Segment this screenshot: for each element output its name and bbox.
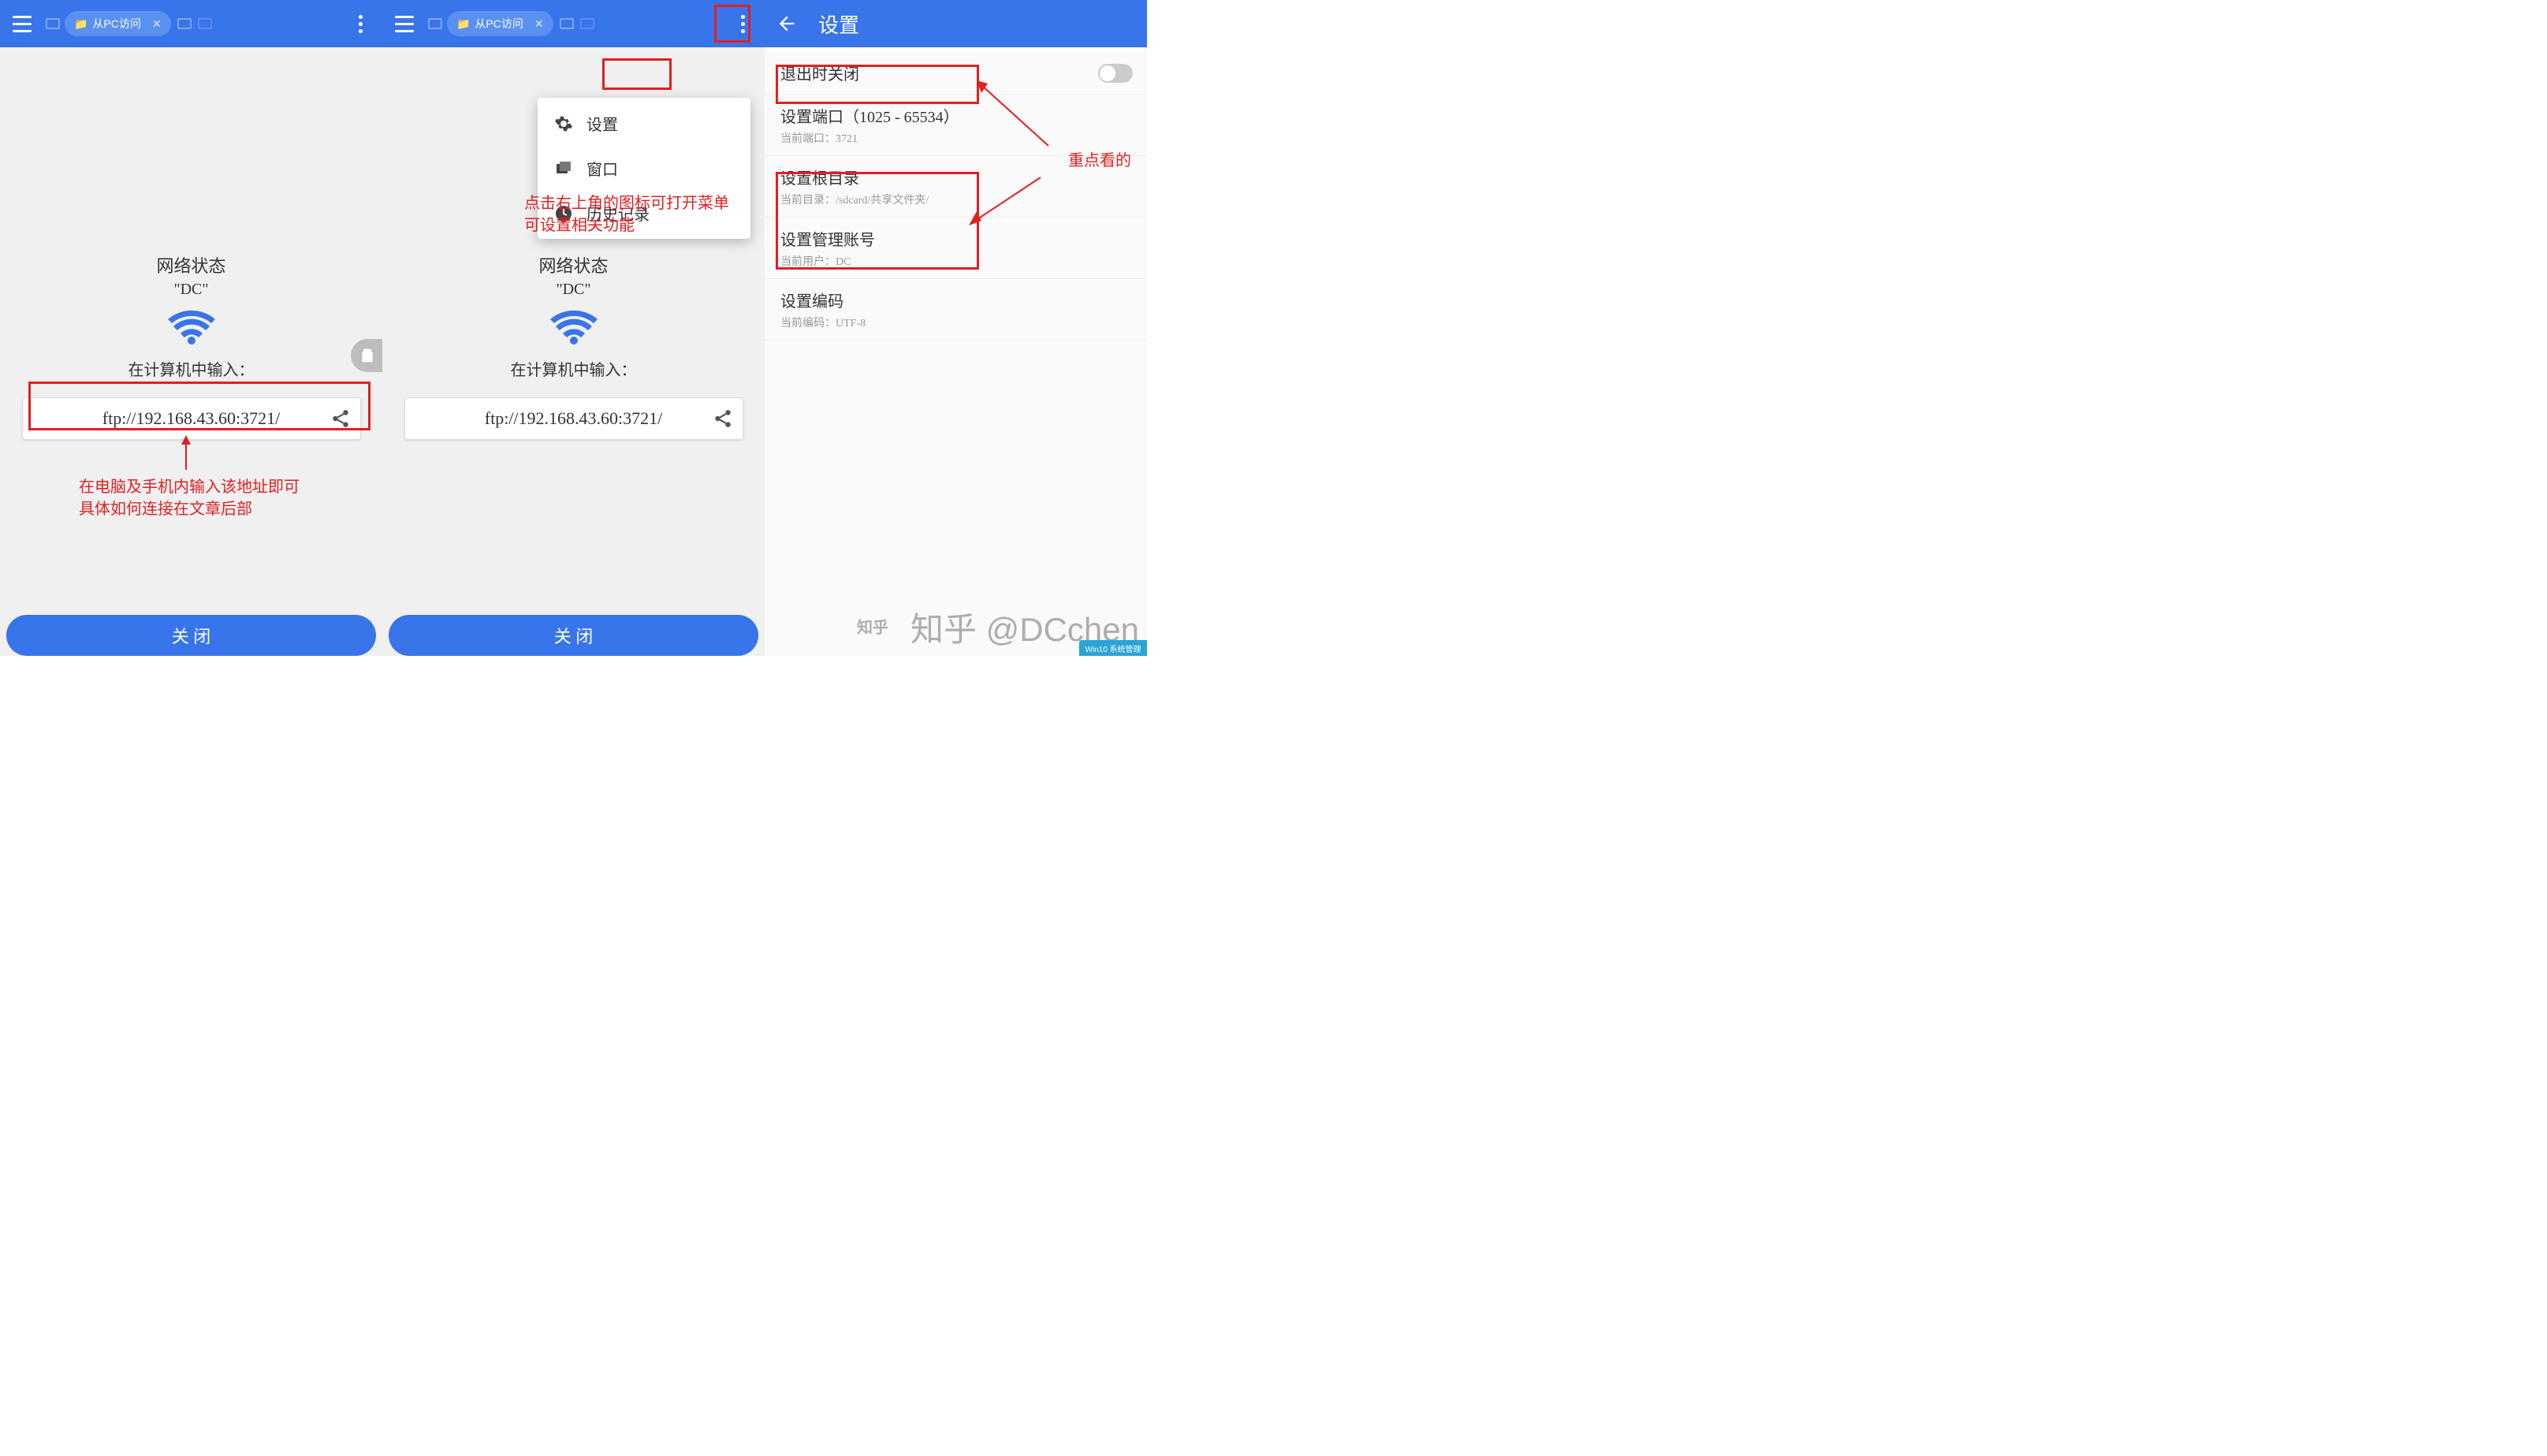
close-button[interactable]: 关 闭 <box>6 615 376 656</box>
folder-icon: 📁 <box>456 17 470 31</box>
net-state-label: 网络状态 <box>156 252 225 277</box>
tab-ghost <box>177 18 192 29</box>
folder-icon: 📁 <box>74 17 88 31</box>
tab-ghost <box>198 18 212 29</box>
wifi-icon <box>550 310 598 346</box>
settings-title: 设置 <box>818 9 859 39</box>
ftp-address-row[interactable]: ftp://192.168.43.60:3721/ <box>22 397 361 440</box>
menu-icon[interactable] <box>389 8 420 39</box>
menu-item-label: 历史记录 <box>586 202 650 225</box>
menu-item-settings[interactable]: 设置 <box>538 101 750 146</box>
content-area: 网络状态 "DC" 在计算机中输入： ftp://192.168.43.60:3… <box>382 47 765 656</box>
tab-ghost <box>580 18 594 29</box>
clipboard-badge[interactable] <box>351 339 382 372</box>
more-icon[interactable] <box>727 8 758 39</box>
setting-title: 设置管理账号 <box>780 227 1131 250</box>
corner-badge: Win10 系统管理 <box>1079 640 1147 656</box>
net-state-label: 网络状态 <box>538 252 608 277</box>
center-block: 网络状态 "DC" 在计算机中输入： ftp://192.168.43.60:3… <box>0 252 382 440</box>
toggle-switch[interactable] <box>1098 64 1133 83</box>
gear-icon <box>553 114 574 134</box>
setting-subtitle: 当前编码：UTF-8 <box>780 315 1131 330</box>
menu-item-label: 设置 <box>586 112 618 135</box>
tab-ghost <box>560 18 574 29</box>
ftp-address: ftp://192.168.43.60:3721/ <box>102 408 281 429</box>
setting-item-account[interactable]: 设置管理账号 当前用户：DC <box>765 218 1147 279</box>
setting-title: 设置根目录 <box>780 166 1131 188</box>
more-icon[interactable] <box>344 8 376 39</box>
setting-item-exit-close[interactable]: 退出时关闭 <box>765 52 1147 95</box>
overflow-menu: 设置 窗口 历史记录 <box>538 98 750 239</box>
topbar: 📁 从PC访问 ✕ <box>382 0 765 47</box>
tab-ghost <box>46 18 60 29</box>
ftp-address: ftp://192.168.43.60:3721/ <box>485 408 663 429</box>
setting-item-encoding[interactable]: 设置编码 当前编码：UTF-8 <box>765 279 1147 341</box>
menu-item-history[interactable]: 历史记录 <box>538 191 750 236</box>
close-icon[interactable]: ✕ <box>152 17 162 31</box>
screenshot-2: 📁 从PC访问 ✕ 网络状态 "DC" 在计算机中输入： ftp://192.1… <box>382 0 765 656</box>
input-prompt: 在计算机中输入： <box>511 357 637 380</box>
tab-ghost <box>428 18 442 29</box>
menu-item-label: 窗口 <box>586 157 618 180</box>
ftp-address-row[interactable]: ftp://192.168.43.60:3721/ <box>404 397 743 440</box>
tab-active[interactable]: 📁 从PC访问 ✕ <box>65 11 171 36</box>
clock-icon <box>553 203 574 224</box>
window-icon <box>553 158 574 179</box>
setting-item-root[interactable]: 设置根目录 当前目录：/sdcard/共享文件夹/ <box>765 156 1147 218</box>
menu-icon[interactable] <box>6 8 38 39</box>
setting-title: 设置编码 <box>780 289 1131 311</box>
ssid-label: "DC" <box>556 281 590 299</box>
share-icon[interactable] <box>330 408 351 429</box>
ssid-label: "DC" <box>173 281 208 299</box>
settings-list: 退出时关闭 设置端口（1025 - 65534） 当前端口：3721 设置根目录… <box>765 47 1147 345</box>
settings-topbar: 设置 <box>765 0 1147 47</box>
topbar: 📁 从PC访问 ✕ <box>0 0 382 47</box>
setting-title: 退出时关闭 <box>780 61 1131 84</box>
screenshot-1: 📁 从PC访问 ✕ 网络状态 "DC" 在计算机中输入： ftp://192.1… <box>0 0 382 656</box>
setting-item-port[interactable]: 设置端口（1025 - 65534） 当前端口：3721 <box>765 95 1147 156</box>
input-prompt: 在计算机中输入： <box>128 357 255 380</box>
menu-item-window[interactable]: 窗口 <box>538 146 750 191</box>
screenshot-3: 设置 退出时关闭 设置端口（1025 - 65534） 当前端口：3721 设置… <box>765 0 1147 656</box>
share-icon[interactable] <box>713 408 733 429</box>
wifi-icon <box>168 310 215 346</box>
setting-subtitle: 当前端口：3721 <box>780 130 1131 146</box>
back-icon[interactable] <box>774 11 799 36</box>
tab-label: 从PC访问 <box>475 16 523 32</box>
setting-title: 设置端口（1025 - 65534） <box>780 104 1131 127</box>
close-button[interactable]: 关 闭 <box>389 615 758 656</box>
center-block: 网络状态 "DC" 在计算机中输入： ftp://192.168.43.60:3… <box>382 252 765 440</box>
tab-active[interactable]: 📁 从PC访问 ✕ <box>447 11 553 36</box>
setting-subtitle: 当前目录：/sdcard/共享文件夹/ <box>780 192 1131 207</box>
close-icon[interactable]: ✕ <box>534 17 544 31</box>
content-area: 网络状态 "DC" 在计算机中输入： ftp://192.168.43.60:3… <box>0 47 382 656</box>
tab-label: 从PC访问 <box>92 16 140 32</box>
setting-subtitle: 当前用户：DC <box>780 253 1131 269</box>
